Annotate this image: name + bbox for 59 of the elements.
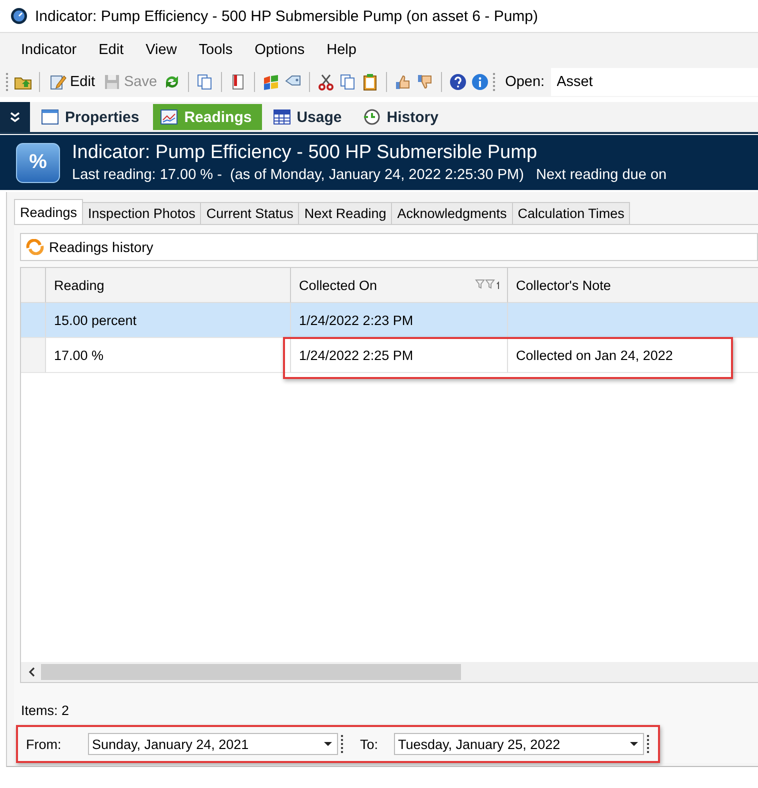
- menu-item[interactable]: Help: [316, 42, 368, 58]
- open-field[interactable]: Asset: [550, 68, 758, 96]
- collapse-icon[interactable]: [9, 111, 21, 123]
- window-icon: [40, 108, 60, 126]
- table-cell: 1/24/2022 2:23 PM: [299, 312, 414, 328]
- thumbs-down-icon[interactable]: [416, 73, 434, 91]
- table-row[interactable]: 15.00 percent 1/24/2022 2:23 PM: [21, 303, 758, 338]
- chart-icon: [159, 108, 180, 126]
- scissors-icon[interactable]: [317, 73, 336, 91]
- copy-icon[interactable]: [196, 73, 214, 91]
- column-header[interactable]: Collector's Note: [508, 268, 758, 303]
- table-icon: [272, 108, 292, 126]
- column-header[interactable]: Collected On: [291, 268, 508, 303]
- nav-tab[interactable]: History: [356, 104, 448, 130]
- info-icon[interactable]: [471, 73, 490, 91]
- to-label: To:: [359, 736, 380, 752]
- dropdown-arrow-icon[interactable]: [323, 741, 333, 747]
- window-title: Indicator: Pump Efficiency - 500 HP Submersible Pump (on asset 6 - Pump): [35, 8, 538, 24]
- group-title: Readings history: [49, 239, 154, 255]
- header-subtitle: Last reading: 17.00 % - (as of Monday, January 24, 2022 2:25:30 PM) Next reading due on: [72, 167, 667, 183]
- menu-item[interactable]: Options: [244, 42, 316, 58]
- table-cell: 17.00 %: [54, 348, 104, 362]
- tab[interactable]: Current Status: [200, 202, 300, 224]
- tab[interactable]: Acknowledgments: [391, 202, 513, 224]
- tab[interactable]: Inspection Photos: [82, 202, 202, 224]
- open-label: Open:: [505, 74, 545, 90]
- menu-item[interactable]: Tools: [188, 42, 244, 58]
- nav-tab[interactable]: Usage: [266, 104, 352, 130]
- dropdown-arrow-icon[interactable]: [629, 741, 639, 747]
- to-date-picker[interactable]: Tuesday, January 25, 2022: [394, 733, 644, 755]
- help-icon[interactable]: [449, 73, 468, 91]
- copy-icon[interactable]: [339, 73, 358, 91]
- table-cell: 1/24/2022 2:25 PM: [299, 348, 414, 362]
- edit-icon[interactable]: [49, 73, 67, 91]
- table-cell: Collected on Jan 24, 2022: [516, 348, 673, 362]
- from-label: From:: [26, 736, 62, 752]
- column-header[interactable]: Reading: [46, 268, 291, 303]
- from-date-picker[interactable]: Sunday, January 24, 2021: [88, 733, 338, 755]
- tab[interactable]: Calculation Times: [512, 202, 630, 224]
- menu-item[interactable]: View: [134, 42, 188, 58]
- tab[interactable]: Next Reading: [298, 202, 392, 224]
- header-title: Indicator: Pump Efficiency - 500 HP Submersible Pump: [72, 142, 538, 164]
- clipboard-icon[interactable]: [361, 73, 380, 91]
- filter-icon[interactable]: [475, 278, 501, 290]
- nav-tab[interactable]: Properties: [34, 104, 150, 130]
- history-icon: [25, 239, 45, 255]
- flag-icon[interactable]: [262, 73, 280, 91]
- thumbs-up-icon[interactable]: [394, 73, 412, 91]
- gauge-icon: [10, 7, 28, 25]
- clock-icon: [362, 108, 382, 126]
- tab[interactable]: Readings: [14, 199, 84, 224]
- indicator-icon: %: [16, 142, 60, 182]
- menu-item[interactable]: Edit: [88, 42, 135, 58]
- toolbar-button[interactable]: Edit: [47, 73, 97, 91]
- table-cell: 15.00 percent: [54, 312, 137, 328]
- items-count: Items: 2: [21, 703, 70, 718]
- table-row[interactable]: 17.00 % 1/24/2022 2:25 PM Collected on Jan 24, 2022: [21, 338, 758, 373]
- menu-item[interactable]: Indicator: [10, 42, 88, 58]
- scrollbar-thumb[interactable]: [41, 664, 461, 680]
